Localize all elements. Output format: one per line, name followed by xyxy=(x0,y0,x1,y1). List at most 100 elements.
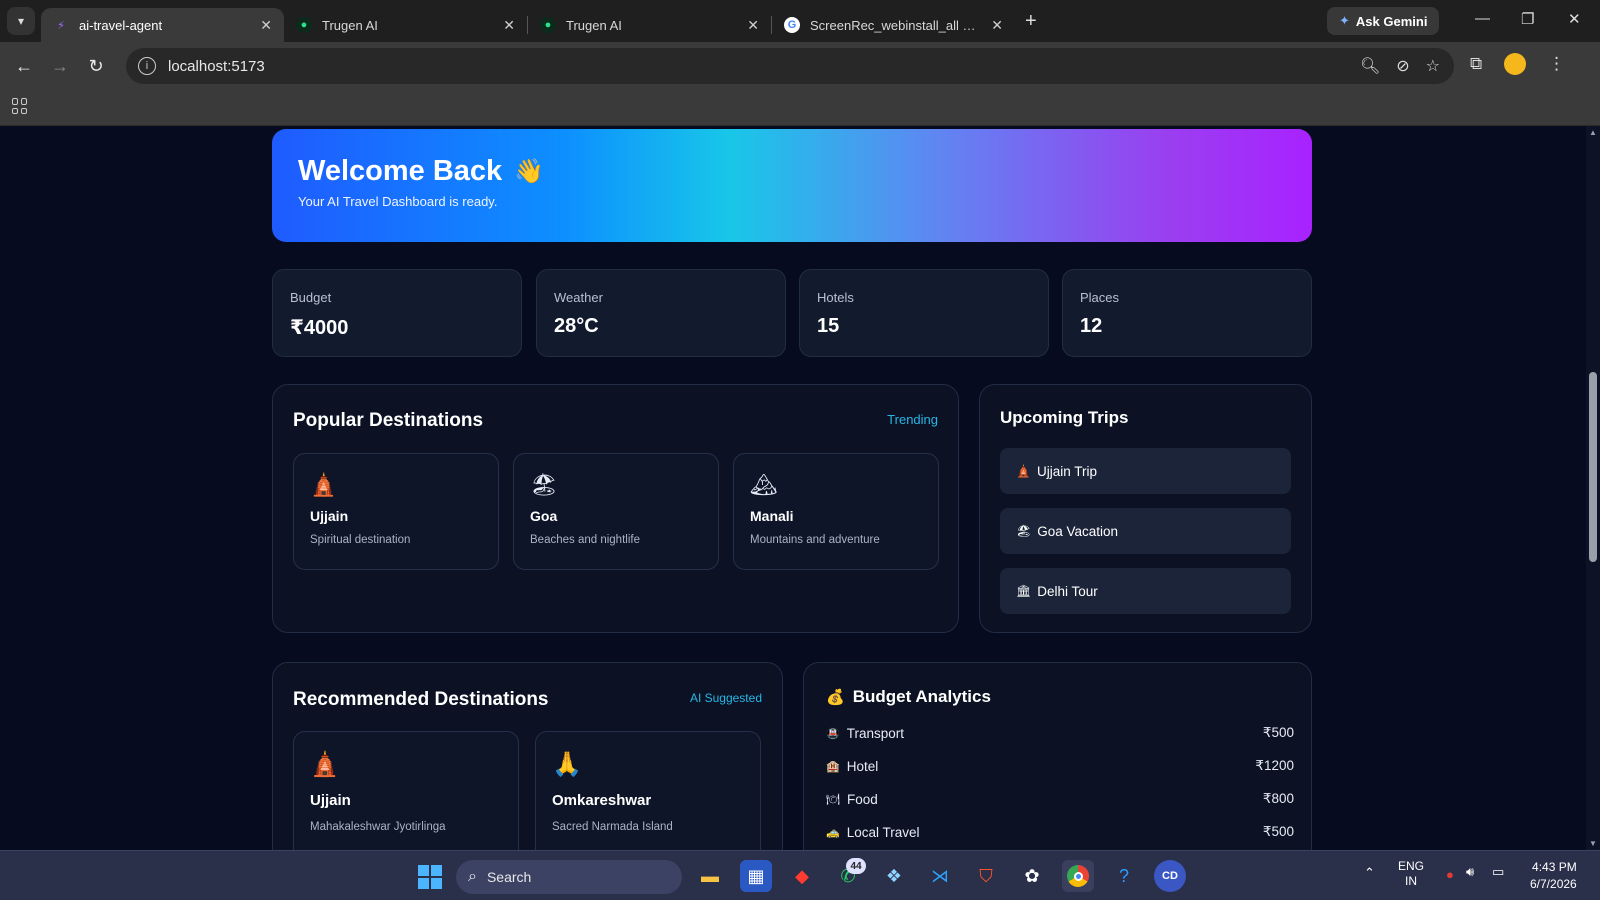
eye-off-icon[interactable]: ⊘ xyxy=(1396,56,1409,76)
close-icon[interactable]: ✕ xyxy=(747,17,759,34)
app-diamond-icon[interactable]: ◆ xyxy=(786,860,818,892)
budget-analytics-panel: 💰 Budget Analytics 🚇 Transport ₹500 🏨 Hote… xyxy=(803,662,1312,850)
browser-actions: ⧉ ⋮ xyxy=(1470,53,1565,75)
recommended-card-ujjain[interactable]: 🛕 Ujjain Mahakaleshwar Jyotirlinga xyxy=(293,731,519,850)
menu-icon[interactable]: ⋮ xyxy=(1548,54,1565,74)
recommended-card-omkareshwar[interactable]: 🙏 Omkareshwar Sacred Narmada Island xyxy=(535,731,761,850)
scrollbar-thumb[interactable] xyxy=(1589,372,1597,562)
file-explorer-icon[interactable]: ▬ xyxy=(694,860,726,892)
popular-destinations-panel: Popular Destinations Trending 🛕 Ujjain S… xyxy=(272,384,959,633)
trip-item-delhi[interactable]: 🏛 Delhi Tour xyxy=(1000,568,1291,614)
temple-icon: 🛕 xyxy=(310,751,340,778)
chatgpt-icon[interactable]: ✿ xyxy=(1016,860,1048,892)
destination-card-goa[interactable]: 🏖 Goa Beaches and nightlife xyxy=(513,453,719,570)
welcome-subtitle: Your AI Travel Dashboard is ready. xyxy=(298,194,498,209)
mountain-icon: 🏔 xyxy=(750,472,778,497)
budget-label: Hotel xyxy=(846,758,879,774)
destination-card-ujjain[interactable]: 🛕 Ujjain Spiritual destination xyxy=(293,453,499,570)
recommended-destinations-panel: Recommended Destinations AI Suggested 🛕 … xyxy=(272,662,783,850)
profile-avatar[interactable] xyxy=(1504,53,1527,75)
stat-label: Places xyxy=(1080,290,1120,305)
destination-desc: Spiritual destination xyxy=(310,534,411,546)
welcome-banner: Welcome Back 👋 Your AI Travel Dashboard … xyxy=(272,129,1312,242)
budget-label: Food xyxy=(846,791,878,807)
zoom-icon[interactable]: 🔍︎ xyxy=(1360,56,1380,76)
budget-analytics-title: 💰 Budget Analytics xyxy=(826,687,991,707)
close-icon[interactable]: ✕ xyxy=(503,17,515,34)
back-button[interactable]: ← xyxy=(6,56,42,77)
tab-trugen-ai-1[interactable]: ● Trugen AI ✕ xyxy=(284,8,527,42)
extensions-icon[interactable]: ⧉ xyxy=(1470,54,1482,74)
destination-desc: Beaches and nightlife xyxy=(530,534,640,546)
page-scrollbar[interactable]: ▲ ▼ xyxy=(1586,126,1600,850)
language-indicator[interactable]: ENG IN xyxy=(1398,859,1424,889)
scroll-up-arrow-icon[interactable]: ▲ xyxy=(1589,128,1597,137)
forward-button[interactable]: → xyxy=(42,56,78,77)
hotel-icon: 🏨 xyxy=(826,760,840,773)
copilot-icon[interactable]: ❖ xyxy=(878,860,910,892)
help-icon[interactable]: ? xyxy=(1108,860,1140,892)
destination-desc: Mahakaleshwar Jyotirlinga xyxy=(310,821,446,833)
trip-item-ujjain[interactable]: 🛕 Ujjain Trip xyxy=(1000,448,1291,494)
stat-label: Hotels xyxy=(817,290,854,305)
destination-name: Ujjain xyxy=(310,792,351,809)
trugen-icon: ● xyxy=(540,17,556,33)
popular-destinations-title: Popular Destinations xyxy=(293,410,484,431)
temple-icon: 🛕 xyxy=(1016,464,1031,478)
minimize-button[interactable]: — xyxy=(1475,10,1490,27)
recording-icon[interactable]: ● xyxy=(1446,867,1454,882)
tab-ai-travel-agent[interactable]: ⚡ ai-travel-agent ✕ xyxy=(41,8,284,42)
budget-label: Local Travel xyxy=(846,824,920,840)
tab-trugen-ai-2[interactable]: ● Trugen AI ✕ xyxy=(528,8,771,42)
star-icon[interactable]: ☆ xyxy=(1426,56,1440,76)
destination-card-manali[interactable]: 🏔 Manali Mountains and adventure xyxy=(733,453,939,570)
microsoft-store-icon[interactable]: ▦ xyxy=(740,860,772,892)
tab-search-button[interactable]: ▾ xyxy=(7,7,35,35)
chrome-icon[interactable] xyxy=(1062,860,1094,892)
cd-app-icon[interactable]: CD xyxy=(1154,860,1186,892)
close-icon[interactable]: ✕ xyxy=(260,17,272,34)
tab-screenrec[interactable]: G ScreenRec_webinstall_all how to ✕ xyxy=(772,8,1015,42)
clock-time: 4:43 PM xyxy=(1532,860,1577,874)
site-info-icon[interactable]: i xyxy=(138,57,156,75)
new-tab-button[interactable]: + xyxy=(1025,10,1037,33)
restore-button[interactable]: ❐ xyxy=(1521,10,1534,28)
budget-row-transport: 🚇 Transport ₹500 xyxy=(826,725,1294,741)
show-hidden-icons-chevron-icon[interactable]: ⌃ xyxy=(1364,865,1375,881)
scroll-down-arrow-icon[interactable]: ▼ xyxy=(1589,839,1597,848)
gemini-icon: ✦ xyxy=(1339,13,1350,28)
volume-icon[interactable]: 🔊︎ xyxy=(1466,864,1474,880)
address-bar[interactable]: i localhost:5173 🔍︎ ⊘ ☆ xyxy=(126,48,1454,84)
window-close-button[interactable]: ✕ xyxy=(1568,10,1581,28)
trip-item-goa[interactable]: 🏖 Goa Vacation xyxy=(1000,508,1291,554)
clock[interactable]: 4:43 PM 6/7/2026 xyxy=(1530,859,1577,893)
budget-value: ₹800 xyxy=(1262,791,1294,806)
brave-icon[interactable]: ⛉ xyxy=(970,860,1002,892)
money-bag-icon: 💰 xyxy=(826,689,845,706)
close-icon[interactable]: ✕ xyxy=(991,17,1003,34)
clock-date: 6/7/2026 xyxy=(1530,877,1577,891)
reload-button[interactable]: ↻ xyxy=(78,56,114,77)
welcome-title: Welcome Back 👋 xyxy=(298,155,1286,188)
stat-label: Weather xyxy=(554,290,603,305)
budget-value: ₹500 xyxy=(1262,824,1294,839)
taskbar-search[interactable]: ⌕ Search xyxy=(456,860,682,894)
windows-taskbar: ⌕ Search ▬ ▦ ◆ ✆ 44 ❖ ⋊ ⛉ ✿ ? CD ⌃ ENG I… xyxy=(0,850,1600,900)
vscode-icon[interactable]: ⋊ xyxy=(924,860,956,892)
budget-value: ₹500 xyxy=(1262,725,1294,740)
windows-start-icon[interactable] xyxy=(418,865,442,889)
apps-grid-icon[interactable] xyxy=(12,98,28,114)
budget-row-hotel: 🏨 Hotel ₹1200 xyxy=(826,758,1294,774)
ask-gemini-button[interactable]: ✦ Ask Gemini xyxy=(1327,7,1440,35)
battery-icon[interactable]: ▭ xyxy=(1492,864,1504,880)
taxi-icon: 🚕 xyxy=(826,826,840,839)
budget-analytics-title-text: Budget Analytics xyxy=(852,687,991,706)
ai-suggested-badge: AI Suggested xyxy=(689,691,762,705)
tab-title: ai-travel-agent xyxy=(79,17,163,33)
search-icon: ⌕ xyxy=(468,868,477,885)
google-icon: G xyxy=(784,17,800,33)
upcoming-trips-panel: Upcoming Trips 🛕 Ujjain Trip 🏖 Goa Vacat… xyxy=(979,384,1312,633)
upcoming-trips-title: Upcoming Trips xyxy=(1000,408,1129,427)
tab-title: ScreenRec_webinstall_all how to xyxy=(810,17,981,33)
taskbar-search-label: Search xyxy=(486,869,532,885)
